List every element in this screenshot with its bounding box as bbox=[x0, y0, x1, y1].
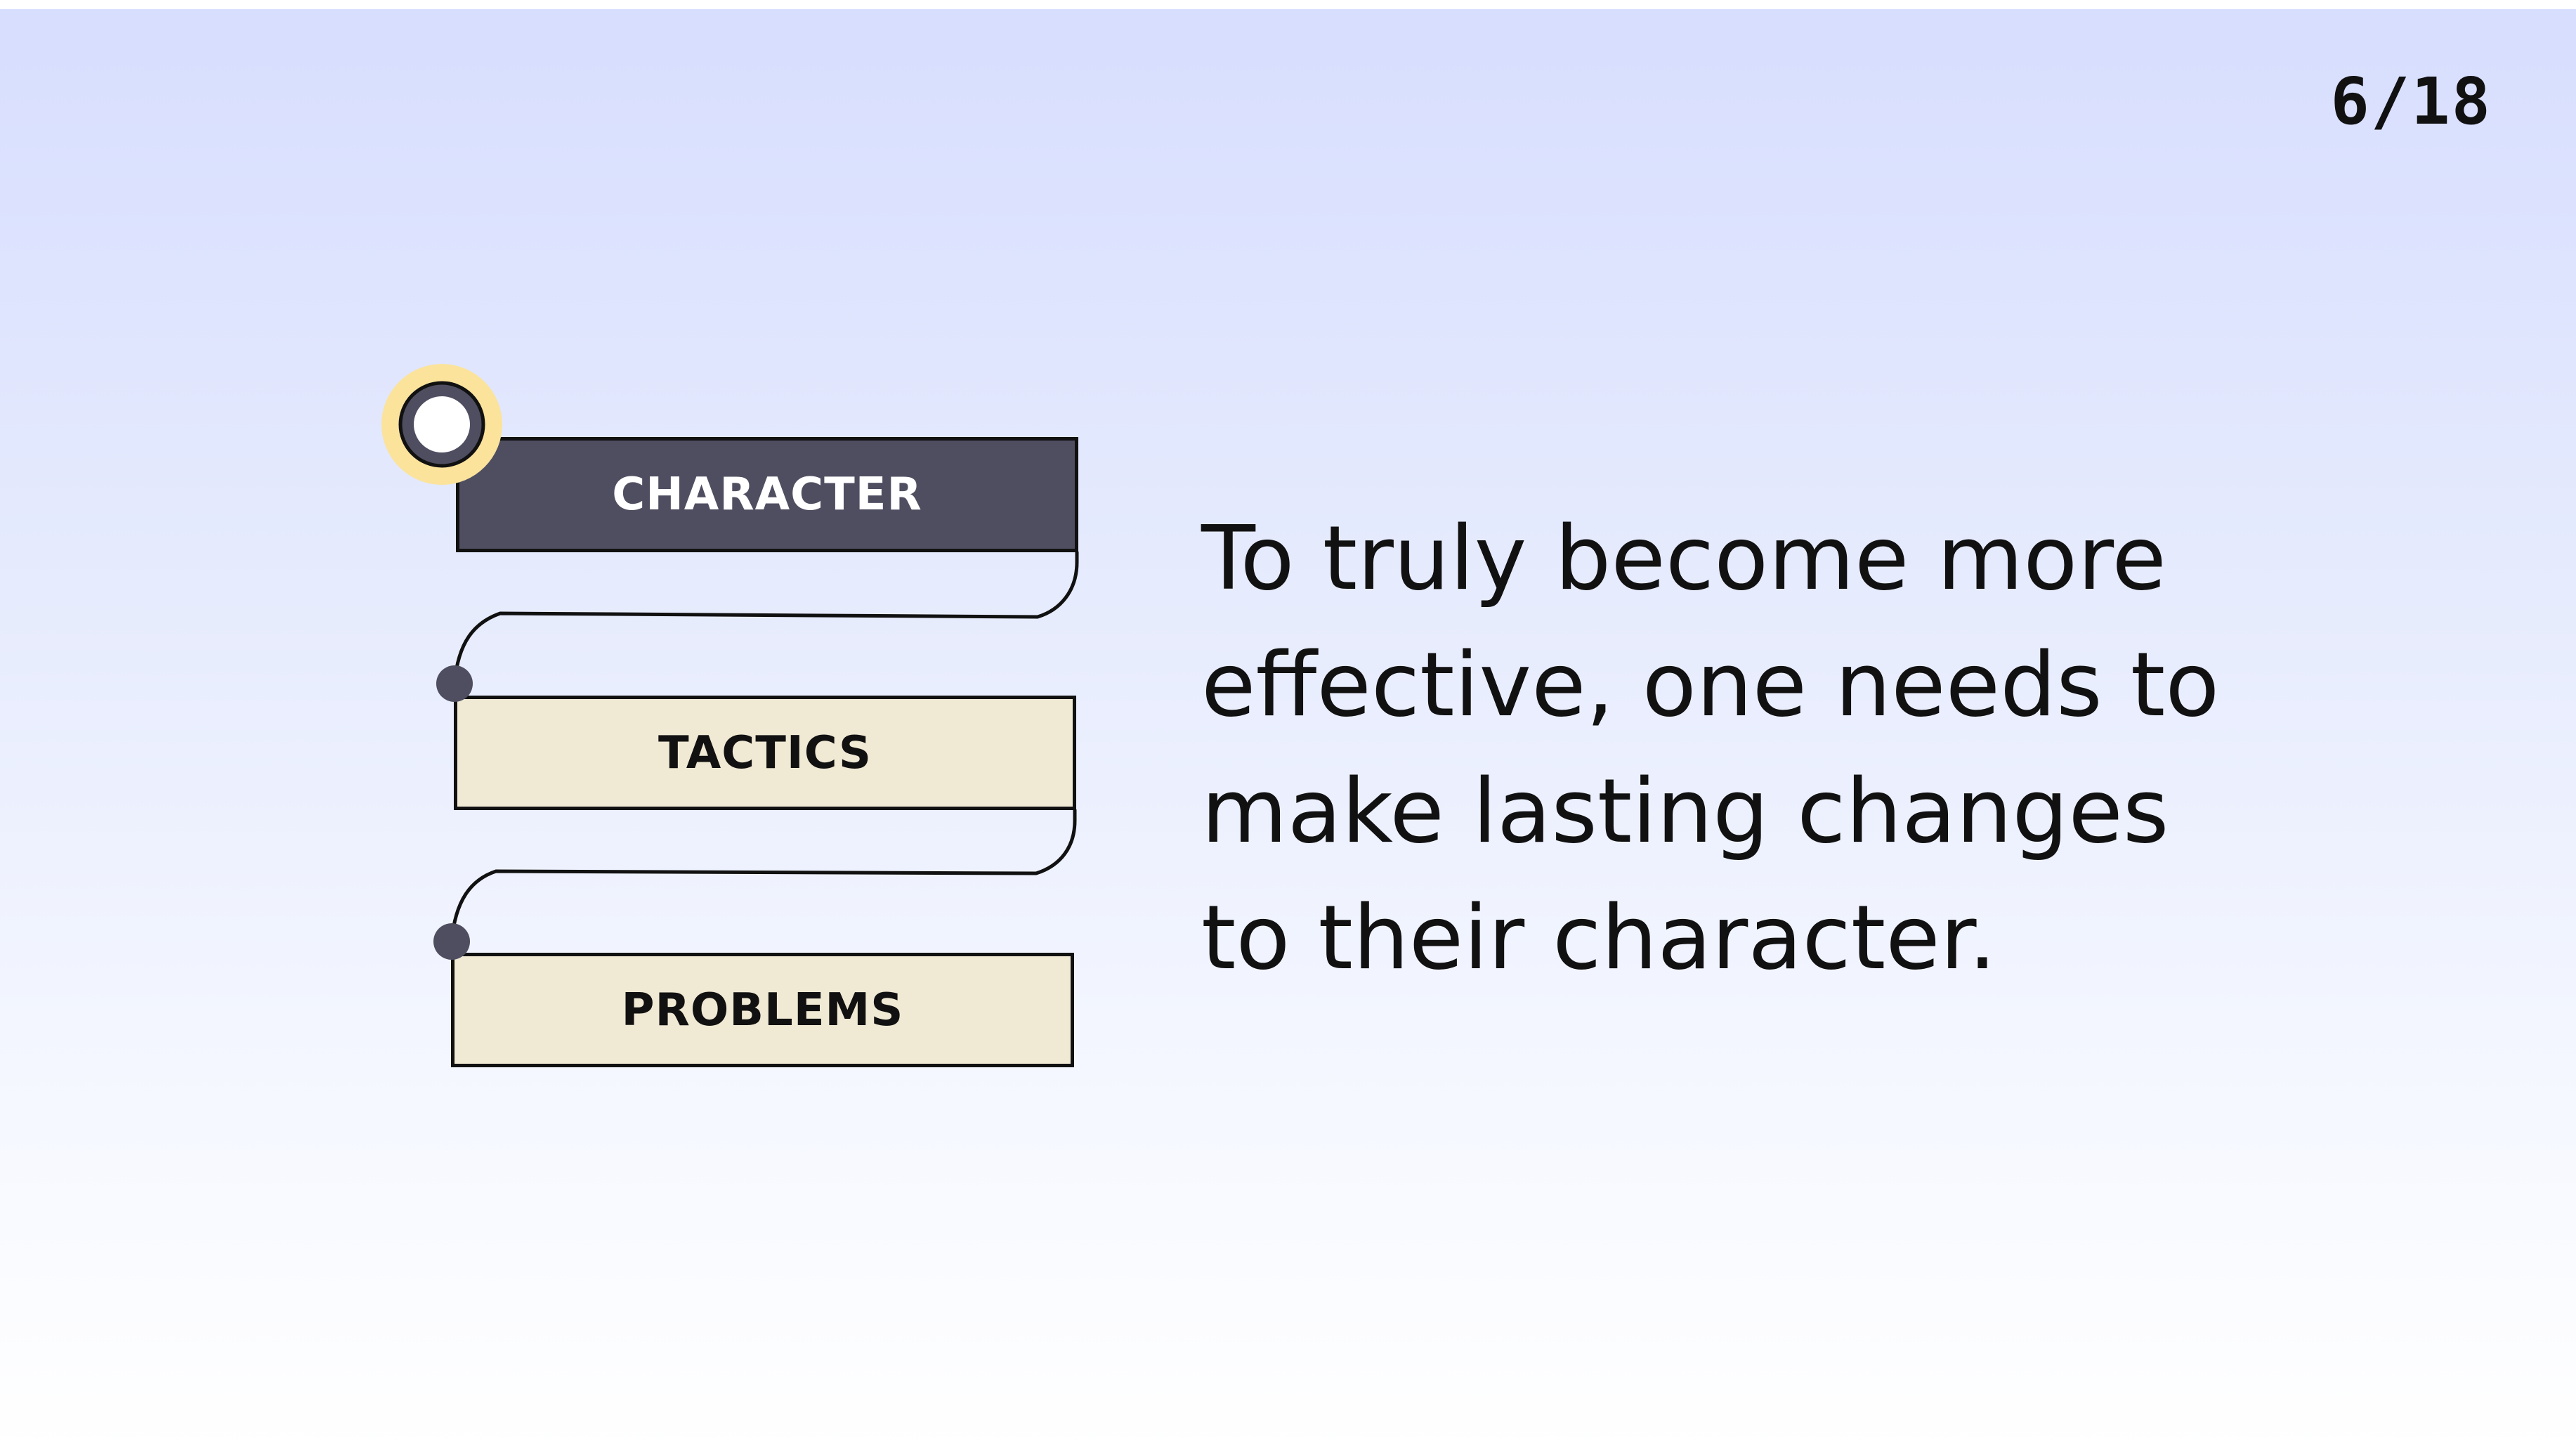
body-text: To truly become more effective, one need… bbox=[1201, 507, 2220, 989]
step-dot-icon bbox=[433, 923, 470, 960]
active-step-marker-icon bbox=[381, 364, 502, 485]
step-dot-icon bbox=[436, 665, 473, 702]
